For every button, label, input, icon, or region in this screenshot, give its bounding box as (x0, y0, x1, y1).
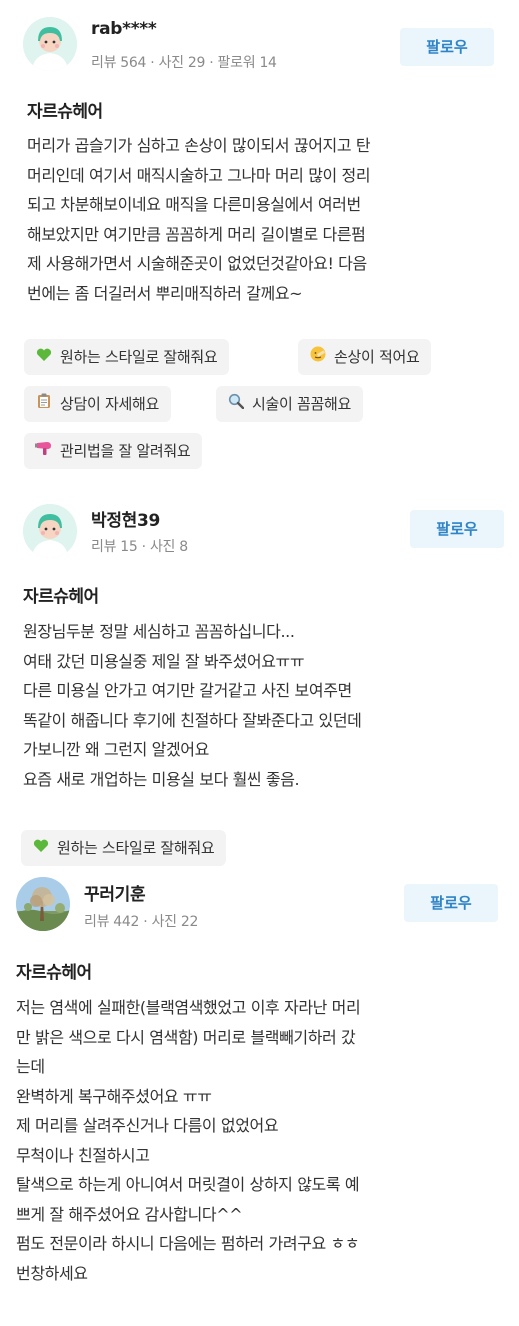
review-line: 저는 염색에 실패한(블랙염색했었고 이후 자라난 머리 (16, 998, 361, 1017)
review-line: 는데 (16, 1057, 45, 1076)
review-card: 꾸러기훈 리뷰 442 · 사진 22 팔로우 자르슈헤어 저는 염색에 실패한… (0, 870, 519, 1326)
hair-dryer-icon (34, 434, 54, 470)
avatar[interactable] (16, 877, 70, 931)
follow-button[interactable]: 팔로우 (404, 884, 498, 922)
review-line: 여태 갔던 미용실중 제일 잘 봐주셨어요ㅠㅠ (23, 651, 305, 671)
keyword-tag: 상담이 자세해요 (24, 386, 171, 422)
review-text: 머리가 곱슬기가 심하고 손상이 많이되서 끊어지고 탄 머리인데 여기서 매직… (27, 131, 371, 308)
tag-label: 손상이 적어요 (334, 348, 420, 366)
keyword-tag: 시술이 꼼꼼해요 (216, 386, 363, 422)
avatar[interactable] (23, 504, 77, 558)
review-text: 원장님두분 정말 세심하고 꼼꼼하십니다... 여태 갔던 미용실중 제일 잘 … (23, 617, 362, 794)
green-heart-icon (34, 340, 54, 376)
review-line: 쁘게 잘 해주셨어요 감사합니다^^ (16, 1204, 243, 1224)
tag-label: 시술이 꼼꼼해요 (252, 395, 351, 413)
username[interactable]: 박정현39 (91, 506, 160, 531)
keyword-tag: 손상이 적어요 (298, 339, 432, 376)
green-heart-icon (31, 831, 51, 867)
review-text: 저는 염색에 실패한(블랙염색했었고 이후 자라난 머리 만 밝은 색으로 다시… (16, 993, 361, 1288)
review-line: 머리가 곱슬기가 심하고 손상이 많이되서 끊어지고 탄 (27, 136, 371, 155)
review-line: 원장님두분 정말 세심하고 꼼꼼하십니다... (23, 622, 295, 641)
review-line: 똑같이 해줍니다 후기에 친절하다 잘봐준다고 있던데 (23, 710, 362, 730)
clipboard-icon (34, 387, 54, 423)
review-line: 다른 미용실 안가고 여기만 갈거같고 사진 보여주면 (23, 681, 352, 700)
tag-label: 원하는 스타일로 잘해줘요 (60, 348, 218, 366)
review-line: 번창하세요 (16, 1263, 88, 1283)
follow-button[interactable]: 팔로우 (410, 510, 504, 548)
magnifier-icon (226, 387, 246, 423)
user-stats: 리뷰 442 · 사진 22 (84, 914, 199, 930)
default-avatar-icon (23, 504, 77, 558)
review-line: 제 머리를 살려주신거나 다름이 없었어요 (16, 1116, 279, 1135)
review-line: 완벽하게 복구해주셨어요 ㅠㅠ (16, 1086, 212, 1106)
default-avatar-icon (23, 17, 77, 71)
review-line: 번에는 좀 더길러서 뿌리매직하러 갈께요~ (27, 283, 303, 303)
review-line: 되고 차분해보이네요 매직을 다른미용실에서 여러번 (27, 195, 361, 214)
review-line: 제 사용해가면서 시술해준곳이 없었던것같아요! 다음 (27, 254, 367, 273)
shop-name[interactable]: 자르슈헤어 (23, 582, 99, 607)
follow-button[interactable]: 팔로우 (400, 28, 494, 66)
review-card: 박정현39 리뷰 15 · 사진 8 팔로우 자르슈헤어 원장님두분 정말 세심… (0, 480, 519, 870)
keyword-tag: 관리법을 잘 알려줘요 (24, 433, 203, 470)
review-line: 만 밝은 색으로 다시 염색함) 머리로 블랙빼기하러 갔 (16, 1027, 356, 1047)
review-line: 탈색으로 하는게 아니여서 머릿결이 상하지 않도록 예 (16, 1175, 360, 1194)
keyword-tag: 원하는 스타일로 잘해줘요 (24, 339, 230, 376)
username[interactable]: 꾸러기훈 (84, 880, 146, 905)
review-line: 해보았지만 여기만큼 꼼꼼하게 머리 길이별로 다른펌 (27, 224, 366, 244)
tag-label: 관리법을 잘 알려줘요 (60, 442, 191, 460)
shop-name[interactable]: 자르슈헤어 (27, 97, 103, 122)
username[interactable]: rab**** (91, 19, 157, 39)
user-stats: 리뷰 564 · 사진 29 · 팔로워 14 (91, 55, 277, 71)
profile-photo-icon (16, 877, 70, 931)
avatar[interactable] (23, 17, 77, 71)
tag-label: 원하는 스타일로 잘해줘요 (57, 839, 215, 857)
user-stats: 리뷰 15 · 사진 8 (91, 539, 188, 555)
tag-label: 상담이 자세해요 (60, 395, 159, 413)
review-card: rab**** 리뷰 564 · 사진 29 · 팔로워 14 팔로우 자르슈헤… (0, 0, 519, 480)
shop-name[interactable]: 자르슈헤어 (16, 958, 92, 983)
review-line: 머리인데 여기서 매직시술하고 그나마 머리 많이 정리 (27, 165, 371, 185)
review-line: 펌도 전문이라 하시니 다음에는 펌하러 가려구요 ㅎㅎ (16, 1234, 360, 1253)
bandage-face-icon (308, 340, 328, 376)
review-line: 가보니깐 왜 그런지 알겠어요 (23, 740, 209, 759)
review-line: 무척이나 친절하시고 (16, 1145, 150, 1165)
review-line: 요즘 새로 개업하는 미용실 보다 훨씬 좋음. (23, 769, 300, 789)
keyword-tag: 원하는 스타일로 잘해줘요 (21, 830, 227, 867)
